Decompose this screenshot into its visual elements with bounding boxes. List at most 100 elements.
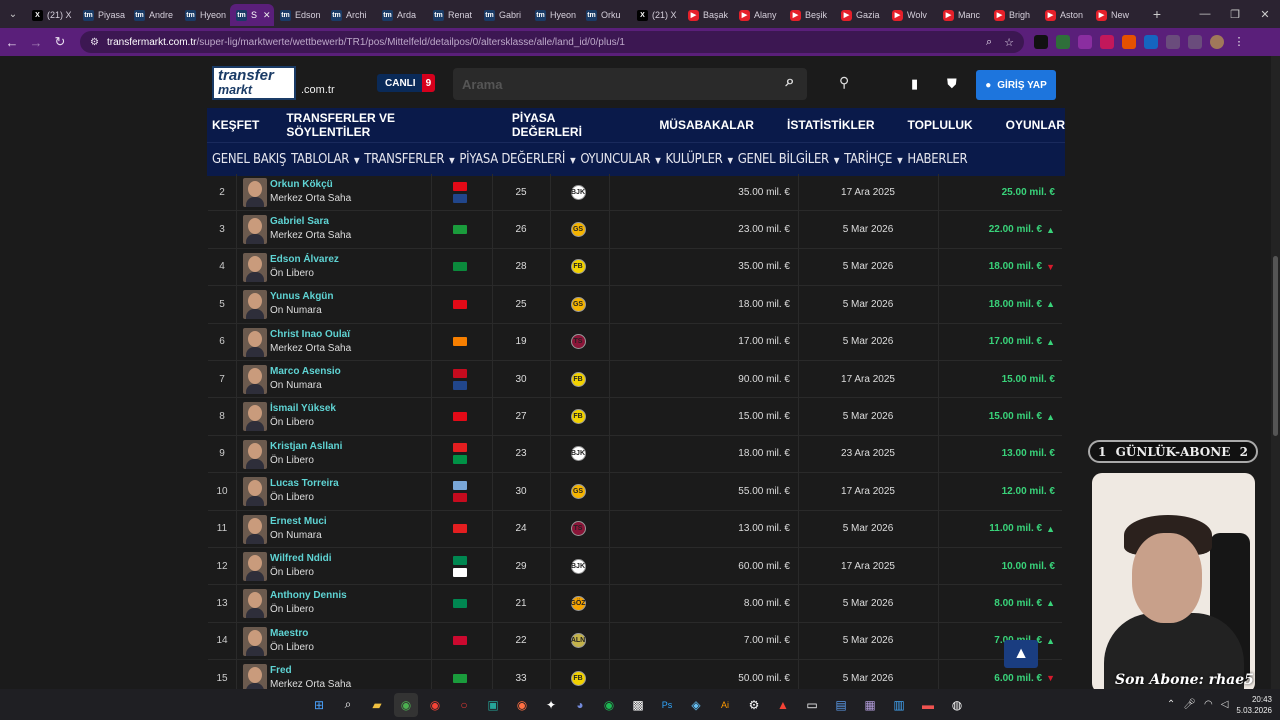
player-name-link[interactable]: Ernest Muci bbox=[270, 516, 327, 527]
minimize-icon[interactable]: — bbox=[1190, 8, 1220, 21]
browser-tab[interactable]: tm Piyasa bbox=[77, 4, 128, 26]
current-market-value[interactable]: 13.00 mil. € bbox=[943, 436, 1055, 472]
market-value-link[interactable]: 25.00 mil. € bbox=[1002, 187, 1055, 198]
flag-icon[interactable] bbox=[453, 555, 467, 565]
bookmark-star-icon[interactable]: ☆ bbox=[1004, 36, 1014, 49]
club-crest-icon[interactable]: TS bbox=[570, 521, 586, 537]
player-name-link[interactable]: Lucas Torreira bbox=[270, 478, 339, 489]
browser-tab[interactable]: ▶ Brigh bbox=[988, 4, 1039, 26]
sub-nav-item[interactable]: PİYASA DEĞERLERİ ▼ bbox=[459, 152, 575, 167]
main-nav-item[interactable]: MÜSABAKALAR bbox=[654, 118, 754, 132]
login-button[interactable]: ● GİRİŞ YAP bbox=[976, 70, 1056, 100]
player-name-link[interactable]: Anthony Dennis bbox=[270, 590, 347, 601]
main-nav-item[interactable]: TRANSFERLER VE SÖYLENTİLER bbox=[281, 111, 479, 139]
sub-nav-item[interactable]: HABERLER bbox=[907, 152, 967, 167]
acrobat-icon[interactable]: ▲ bbox=[771, 693, 795, 717]
club-crest-icon[interactable]: GS bbox=[570, 222, 586, 238]
browser-tab[interactable]: tm Edson bbox=[274, 4, 325, 26]
player-photo[interactable] bbox=[243, 477, 267, 507]
player-photo[interactable] bbox=[243, 664, 267, 689]
clock[interactable]: 20:43 5.03.2026 bbox=[1236, 694, 1272, 716]
site-info-icon[interactable]: ⚙ bbox=[90, 37, 99, 48]
profile-avatar[interactable] bbox=[1210, 35, 1224, 49]
main-nav-item[interactable]: OYUNLAR bbox=[1001, 118, 1065, 132]
player-photo[interactable] bbox=[243, 252, 267, 282]
current-market-value[interactable]: 10.00 mil. € bbox=[943, 548, 1055, 584]
browser-tab[interactable]: tm Gabri bbox=[478, 4, 529, 26]
app-icon[interactable]: ▦ bbox=[858, 693, 882, 717]
sub-nav-item[interactable]: KULÜPLER ▼ bbox=[666, 152, 734, 167]
club-crest-icon[interactable]: FB bbox=[570, 409, 586, 425]
market-value-link[interactable]: 22.00 mil. € bbox=[989, 224, 1042, 235]
flag-icon[interactable] bbox=[453, 524, 467, 534]
steam-icon[interactable]: ◈ bbox=[684, 693, 708, 717]
browser-tab[interactable]: tm Andre bbox=[128, 4, 179, 26]
back-icon[interactable]: ← bbox=[0, 35, 24, 50]
chrome-icon[interactable]: ◉ bbox=[423, 693, 447, 717]
browser-tab[interactable]: X (21) X bbox=[631, 4, 682, 26]
new-tab-button[interactable]: + bbox=[1147, 6, 1167, 22]
search-icon[interactable]: ⌕ bbox=[779, 73, 801, 95]
app-icon[interactable]: ▣ bbox=[481, 693, 505, 717]
app-icon[interactable]: ⚙ bbox=[742, 693, 766, 717]
network-icon[interactable]: ◠ bbox=[1204, 699, 1213, 710]
transfermarkt-logo[interactable]: transfer markt bbox=[212, 66, 296, 100]
current-market-value[interactable]: 15.00 mil. € ▲ bbox=[943, 398, 1055, 434]
sub-nav-item[interactable]: OYUNCULAR ▼ bbox=[580, 152, 660, 167]
browser-tab[interactable]: tm Renat bbox=[427, 4, 478, 26]
market-value-link[interactable]: 17.00 mil. € bbox=[989, 336, 1042, 347]
player-name-link[interactable]: Fred bbox=[270, 665, 351, 676]
flag-icon[interactable] bbox=[453, 368, 467, 378]
flag-icon[interactable] bbox=[453, 455, 467, 465]
player-name-link[interactable]: Christ Inao Oulaï bbox=[270, 329, 351, 340]
app-icon[interactable]: ▩ bbox=[626, 693, 650, 717]
browser-tab[interactable]: tm S ✕ bbox=[230, 4, 274, 26]
app-icon[interactable]: ▭ bbox=[800, 693, 824, 717]
club-crest-icon[interactable]: FB bbox=[570, 371, 586, 387]
reload-icon[interactable]: ↻ bbox=[48, 34, 72, 50]
current-market-value[interactable]: 12.00 mil. € bbox=[943, 473, 1055, 509]
firefox-icon[interactable]: ◉ bbox=[510, 693, 534, 717]
market-value-link[interactable]: 11.00 mil. € bbox=[989, 523, 1042, 534]
menu-icon[interactable]: ⋮ bbox=[1232, 35, 1246, 49]
club-crest-icon[interactable]: BJK bbox=[570, 446, 586, 462]
player-name-link[interactable]: Marco Asensio bbox=[270, 366, 341, 377]
player-photo[interactable] bbox=[243, 364, 267, 394]
club-crest-icon[interactable]: TS bbox=[570, 334, 586, 350]
current-market-value[interactable]: 25.00 mil. € bbox=[943, 174, 1055, 210]
sub-nav-item[interactable]: GENEL BİLGİLER ▼ bbox=[738, 152, 840, 167]
flag-icon[interactable] bbox=[453, 636, 467, 646]
current-market-value[interactable]: 6.00 mil. € ▼ bbox=[943, 660, 1055, 689]
market-value-link[interactable]: 10.00 mil. € bbox=[1002, 561, 1055, 572]
market-value-link[interactable]: 12.00 mil. € bbox=[1002, 486, 1055, 497]
flag-icon[interactable] bbox=[453, 193, 467, 203]
volume-icon[interactable]: ◁ bbox=[1221, 699, 1229, 710]
scrollbar-thumb[interactable] bbox=[1273, 256, 1278, 436]
player-photo[interactable] bbox=[243, 290, 267, 320]
photoshop-icon[interactable]: Ps bbox=[655, 693, 679, 717]
flag-icon[interactable] bbox=[453, 673, 467, 683]
live-button[interactable]: CANLI 9 bbox=[377, 74, 436, 92]
flag-icon[interactable] bbox=[453, 225, 467, 235]
club-crest-icon[interactable]: FB bbox=[570, 259, 586, 275]
search-input[interactable]: Arama ⌕ bbox=[453, 68, 807, 100]
sub-nav-item[interactable]: GENEL BAKIŞ bbox=[212, 152, 286, 167]
browser-tab[interactable]: ▶ New bbox=[1090, 4, 1141, 26]
flag-icon[interactable] bbox=[453, 262, 467, 272]
tab-close-icon[interactable]: ✕ bbox=[263, 10, 271, 21]
browser-tab[interactable]: ▶ Alany bbox=[733, 4, 784, 26]
zoom-icon[interactable]: ⌕ bbox=[986, 36, 992, 49]
player-photo[interactable] bbox=[243, 626, 267, 656]
market-value-link[interactable]: 15.00 mil. € bbox=[989, 411, 1042, 422]
market-value-link[interactable]: 8.00 mil. € bbox=[994, 598, 1042, 609]
sub-nav-item[interactable]: TABLOLAR ▼ bbox=[291, 152, 360, 167]
player-photo[interactable] bbox=[243, 178, 267, 207]
player-name-link[interactable]: Kristjan Asllani bbox=[270, 441, 342, 452]
browser-tab[interactable]: ▶ Aston bbox=[1039, 4, 1090, 26]
flag-icon[interactable] bbox=[453, 181, 467, 191]
current-market-value[interactable]: 8.00 mil. € ▲ bbox=[943, 585, 1055, 621]
reading-list-icon[interactable] bbox=[1188, 35, 1202, 49]
club-crest-icon[interactable]: BJK bbox=[570, 558, 586, 574]
close-icon[interactable]: ✕ bbox=[1250, 8, 1280, 21]
shield-icon[interactable]: ⛊ bbox=[947, 76, 957, 92]
